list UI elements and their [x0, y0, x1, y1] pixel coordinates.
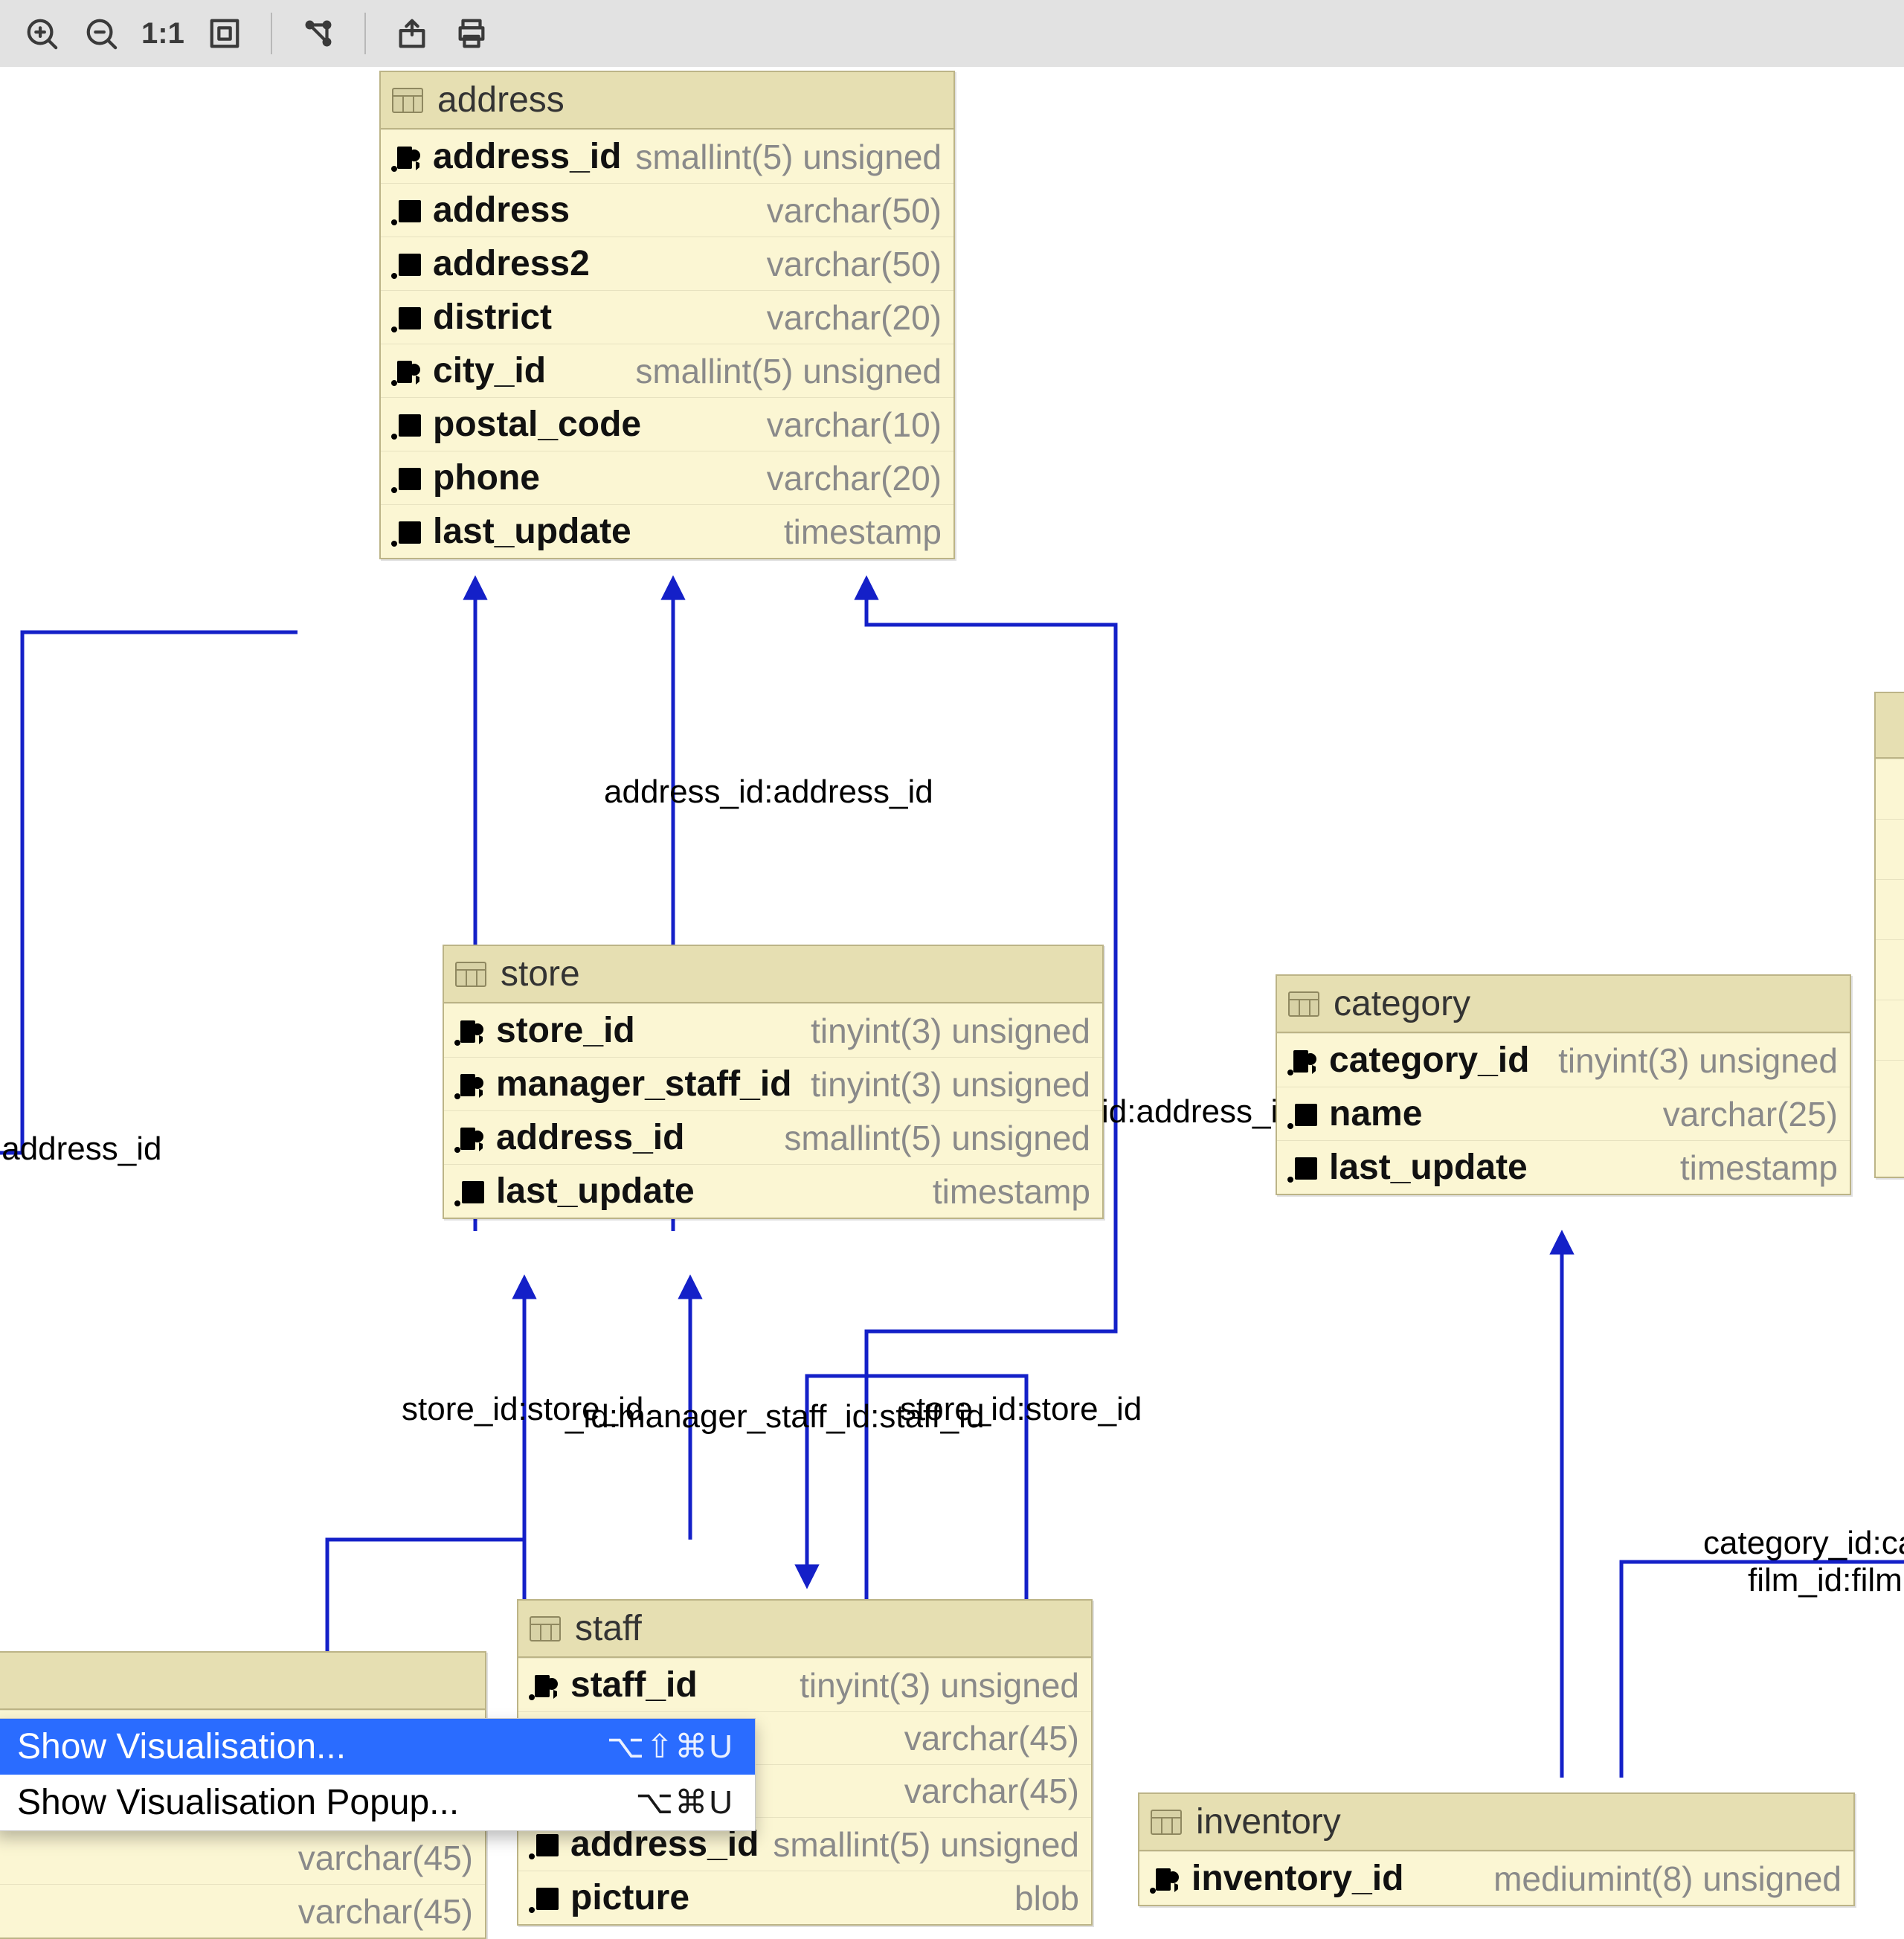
- menu-show-visualisation-popup[interactable]: Show Visualisation Popup... ⌥⌘U: [0, 1775, 755, 1830]
- table-title: store: [501, 954, 580, 994]
- column-icon: [390, 248, 422, 280]
- print-icon[interactable]: [452, 14, 491, 53]
- table-offscreen-right[interactable]: [1874, 692, 1904, 1178]
- table-store[interactable]: store store_idtinyint(3) unsigned manage…: [443, 945, 1104, 1219]
- column-icon: [390, 408, 422, 441]
- column-icon: [527, 1828, 560, 1861]
- table-icon: [529, 1612, 562, 1645]
- menu-item-label: Show Visualisation Popup...: [17, 1782, 459, 1823]
- zoom-in-icon[interactable]: [22, 14, 61, 53]
- column-icon: [453, 1175, 486, 1208]
- table-title: address: [437, 80, 565, 120]
- edge-label: category_id:cat: [1703, 1525, 1904, 1562]
- menu-show-visualisation[interactable]: Show Visualisation... ⌥⇧⌘U: [0, 1719, 755, 1775]
- table-category[interactable]: category category_idtinyint(3) unsigned …: [1276, 974, 1851, 1195]
- column-icon: [1286, 1098, 1319, 1131]
- pk-icon: [1148, 1862, 1181, 1895]
- pk-icon: [453, 1014, 486, 1047]
- zoom-actual-button[interactable]: 1:1: [141, 17, 184, 51]
- pk-icon: [527, 1669, 560, 1702]
- table-icon: [1287, 988, 1320, 1020]
- column-icon: [390, 462, 422, 495]
- menu-item-label: Show Visualisation...: [17, 1726, 346, 1767]
- diagram-toolbar: 1:1: [0, 0, 1904, 68]
- edge-label: :address_id: [0, 1131, 161, 1168]
- fit-screen-icon[interactable]: [205, 14, 244, 53]
- layout-icon[interactable]: [299, 14, 338, 53]
- table-address[interactable]: address address_idsmallint(5) unsigned a…: [379, 71, 955, 559]
- table-title: staff: [575, 1608, 642, 1649]
- zoom-out-icon[interactable]: [82, 14, 120, 53]
- edge-label: address_id:address_id: [604, 774, 933, 811]
- pk-icon: [453, 1122, 486, 1154]
- fk-icon: [453, 1068, 486, 1101]
- table-title: inventory: [1196, 1801, 1341, 1842]
- column-icon: [390, 515, 422, 548]
- er-diagram-canvas[interactable]: address_id:address_id address_id:address…: [0, 67, 1904, 1904]
- menu-item-shortcut: ⌥⌘U: [636, 1784, 734, 1821]
- column-icon: [390, 194, 422, 227]
- column-icon: [390, 301, 422, 334]
- context-menu: Show Visualisation... ⌥⇧⌘U Show Visualis…: [0, 1718, 756, 1831]
- pk-icon: [1286, 1044, 1319, 1077]
- table-title: category: [1334, 983, 1470, 1024]
- table-icon: [391, 84, 424, 117]
- table-icon: [454, 958, 487, 991]
- menu-item-shortcut: ⌥⇧⌘U: [607, 1728, 734, 1766]
- column-icon: [527, 1882, 560, 1914]
- table-inventory[interactable]: inventory inventory_idmediumint(8) unsig…: [1138, 1792, 1855, 1906]
- fk-icon: [390, 355, 422, 388]
- edge-label: film_id:film: [1748, 1562, 1903, 1599]
- edge-label: _id:manager_staff_id:staff_id: [565, 1398, 984, 1435]
- column-icon: [1286, 1151, 1319, 1184]
- pk-icon: [390, 141, 422, 173]
- export-icon[interactable]: [393, 14, 431, 53]
- table-icon: [1150, 1806, 1183, 1839]
